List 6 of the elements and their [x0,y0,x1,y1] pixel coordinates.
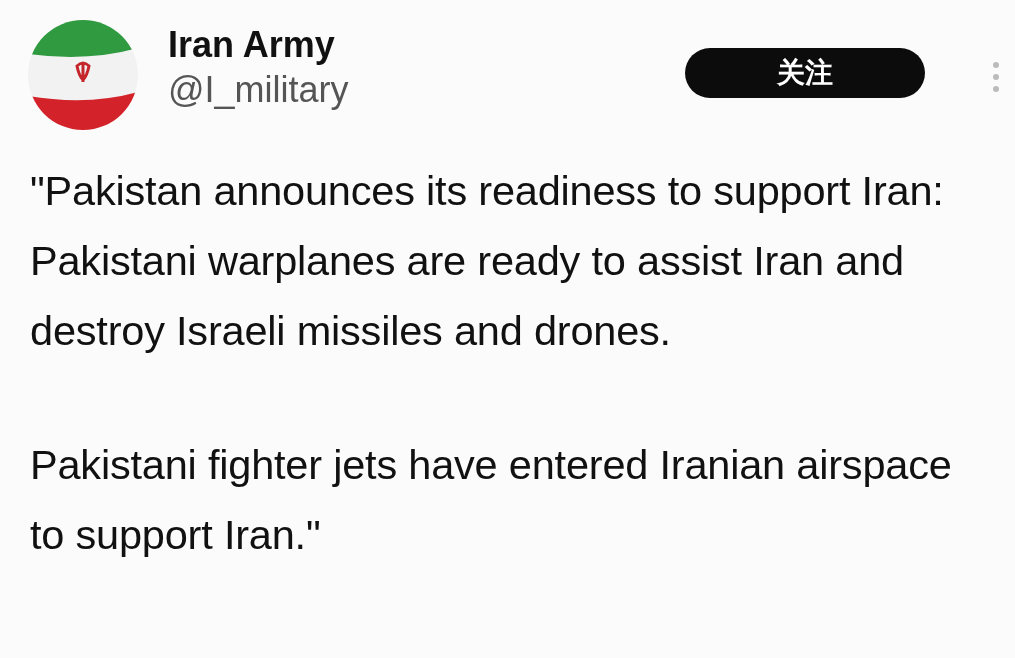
follow-button[interactable]: 关注 [685,48,925,98]
author-name[interactable]: Iran Army [168,22,655,68]
post-text: "Pakistan announces its readiness to support Iran: Pakistani warplanes are ready to assist Iran and destroy Israeli missiles and drones. [30,166,945,356]
author-handle[interactable]: @I_military [168,68,655,112]
post-text: Pakistani fighter jets have entered Iranian airspace to support Iran." [30,440,953,560]
more-options-icon[interactable] [991,60,1001,94]
